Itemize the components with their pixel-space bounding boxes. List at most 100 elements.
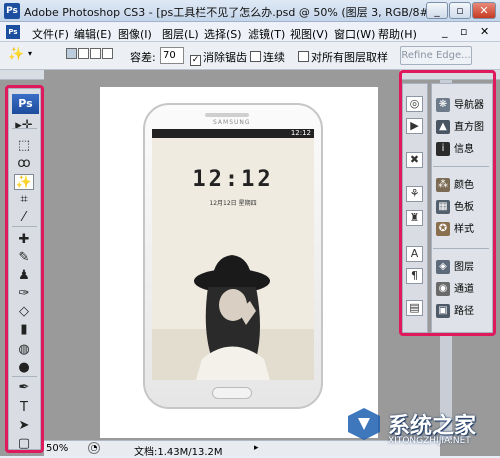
panel-histogram[interactable]: ▲ 直方图 bbox=[436, 118, 484, 136]
toolbox-header-strip[interactable] bbox=[0, 70, 44, 80]
toolbox-divider bbox=[12, 376, 37, 377]
path-selection-tool-icon[interactable]: ➤ bbox=[14, 418, 34, 434]
panel-channels[interactable]: ◉ 通道 bbox=[436, 280, 474, 298]
tolerance-label: 容差: bbox=[130, 51, 156, 64]
phone-screen: 12:12 12:12 12月12日 星期四 bbox=[152, 129, 314, 380]
watermark: 系统之家 XITONGZHIJIA.NET bbox=[340, 402, 500, 456]
panel-paths[interactable]: ▣ 路径 bbox=[436, 302, 474, 320]
all-layers-label: 对所有图层取样 bbox=[311, 51, 388, 64]
all-layers-check-icon[interactable] bbox=[298, 51, 309, 62]
styles-label: 样式 bbox=[454, 224, 474, 235]
panel-header-strip[interactable] bbox=[400, 70, 500, 80]
menu-file[interactable]: 文件(F) bbox=[32, 26, 69, 42]
shape-tool-icon[interactable]: ▢ bbox=[14, 436, 34, 452]
menu-edit[interactable]: 编辑(E) bbox=[74, 26, 112, 42]
menu-filter[interactable]: 滤镜(T) bbox=[248, 26, 285, 42]
status-menu-icon[interactable]: ◔ bbox=[88, 442, 100, 454]
eraser-tool-icon[interactable]: ◇ bbox=[14, 304, 34, 320]
move-tool-icon[interactable]: ▸✛ bbox=[14, 118, 34, 134]
panel-group-divider bbox=[433, 248, 489, 249]
contiguous-check-icon[interactable] bbox=[250, 51, 261, 62]
blur-tool-icon[interactable]: ◍ bbox=[14, 342, 34, 358]
histogram-icon: ▲ bbox=[436, 120, 450, 134]
layers-icon: ◈ bbox=[436, 260, 450, 274]
menu-bar: Ps 文件(F) 编辑(E) 图像(I) 图层(L) 选择(S) 滤镜(T) 视… bbox=[0, 22, 500, 42]
contiguous-label: 连续 bbox=[263, 51, 285, 64]
menu-help[interactable]: 帮助(H) bbox=[378, 26, 417, 42]
paragraph-dock-icon[interactable]: ¶ bbox=[406, 268, 423, 284]
swatches-label: 色板 bbox=[454, 202, 474, 213]
subtract-selection-mode-icon[interactable] bbox=[90, 48, 101, 59]
panel-swatches[interactable]: ▦ 色板 bbox=[436, 198, 474, 216]
swatches-icon: ▦ bbox=[436, 200, 450, 214]
menu-select[interactable]: 选择(S) bbox=[204, 26, 242, 42]
photoshop-app-icon[interactable]: Ps bbox=[4, 3, 20, 19]
menu-window[interactable]: 窗口(W) bbox=[334, 26, 375, 42]
document-menu-icon[interactable]: Ps bbox=[6, 25, 20, 39]
lasso-tool-icon[interactable]: ꝏ bbox=[14, 156, 34, 172]
brushes-dock-icon[interactable]: ⚘ bbox=[406, 186, 423, 202]
refine-edge-button[interactable]: Refine Edge... bbox=[400, 46, 472, 65]
navigator-dock-icon[interactable]: ◎ bbox=[406, 96, 423, 112]
brush-tool-icon[interactable]: ✎ bbox=[14, 250, 34, 266]
paths-icon: ▣ bbox=[436, 304, 450, 318]
magic-wand-tool-icon[interactable]: ✨ bbox=[14, 174, 34, 190]
add-selection-mode-icon[interactable] bbox=[78, 48, 89, 59]
histogram-dock-icon[interactable]: ▶ bbox=[406, 118, 423, 134]
antialias-label: 消除锯齿 bbox=[203, 51, 247, 64]
woman-photo bbox=[152, 255, 314, 380]
marquee-tool-icon[interactable]: ⬚ bbox=[14, 138, 34, 154]
close-button[interactable]: ✕ bbox=[472, 2, 496, 19]
restore-button[interactable]: ▫ bbox=[449, 2, 471, 19]
menu-layer[interactable]: 图层(L) bbox=[162, 26, 199, 42]
history-brush-tool-icon[interactable]: ✑ bbox=[14, 286, 34, 302]
clone-source-dock-icon[interactable]: ♜ bbox=[406, 210, 423, 226]
panel-info[interactable]: i 信息 bbox=[436, 140, 474, 158]
status-arrow-icon[interactable]: ▸ bbox=[254, 443, 259, 453]
zoom-level[interactable]: 50% bbox=[46, 443, 68, 454]
antialias-checkbox[interactable]: ✓ 消除锯齿 bbox=[190, 49, 247, 66]
magic-wand-preset-icon[interactable]: ✨ bbox=[8, 47, 24, 62]
layer-comps-dock-icon[interactable]: ▤ bbox=[406, 300, 423, 316]
minimize-button[interactable]: _ bbox=[426, 2, 448, 19]
gradient-tool-icon[interactable]: ▮ bbox=[14, 322, 34, 338]
menu-view[interactable]: 视图(V) bbox=[290, 26, 328, 42]
type-tool-icon[interactable]: T bbox=[14, 400, 34, 416]
healing-brush-tool-icon[interactable]: ✚ bbox=[14, 232, 34, 248]
window-title: Adobe Photoshop CS3 - [ps工具栏不见了怎么办.psd @… bbox=[24, 6, 438, 19]
preset-dropdown-arrow-icon[interactable]: ▾ bbox=[28, 49, 32, 58]
color-icon: ⁂ bbox=[436, 178, 450, 192]
crop-tool-icon[interactable]: ⌗ bbox=[14, 192, 34, 208]
panel-navigator[interactable]: ❋ 导航器 bbox=[436, 96, 484, 114]
pen-tool-icon[interactable]: ✒ bbox=[14, 380, 34, 396]
panel-color[interactable]: ⁂ 颜色 bbox=[436, 176, 474, 194]
navigator-label: 导航器 bbox=[454, 100, 484, 111]
doc-restore-button[interactable]: ▫ bbox=[460, 25, 467, 38]
paths-label: 路径 bbox=[454, 306, 474, 317]
tools-dock-icon[interactable]: ✖ bbox=[406, 152, 423, 168]
antialias-check-icon[interactable]: ✓ bbox=[190, 55, 201, 66]
color-label: 颜色 bbox=[454, 180, 474, 191]
toolbox-divider bbox=[12, 226, 37, 227]
stamp-tool-icon[interactable]: ♟ bbox=[14, 268, 34, 284]
phone-home-button bbox=[212, 387, 252, 399]
character-dock-icon[interactable]: A bbox=[406, 246, 423, 262]
panel-layers[interactable]: ◈ 图层 bbox=[436, 258, 474, 276]
dodge-tool-icon[interactable]: ● bbox=[14, 360, 34, 376]
new-selection-mode-icon[interactable] bbox=[66, 48, 77, 59]
intersect-selection-mode-icon[interactable] bbox=[102, 48, 113, 59]
watermark-logo-icon bbox=[348, 408, 380, 440]
styles-icon: ✪ bbox=[436, 222, 450, 236]
info-icon: i bbox=[436, 142, 450, 156]
panel-styles[interactable]: ✪ 样式 bbox=[436, 220, 474, 238]
all-layers-checkbox[interactable]: 对所有图层取样 bbox=[298, 49, 388, 65]
channels-icon: ◉ bbox=[436, 282, 450, 296]
contiguous-checkbox[interactable]: 连续 bbox=[250, 49, 285, 65]
panel-group-divider bbox=[433, 166, 489, 167]
slice-tool-icon[interactable]: ⁄ bbox=[14, 210, 34, 226]
doc-minimize-button[interactable]: _ bbox=[442, 25, 448, 38]
tolerance-input[interactable]: 70 bbox=[160, 47, 184, 64]
menu-image[interactable]: 图像(I) bbox=[118, 26, 152, 42]
ps-logo[interactable]: Ps bbox=[12, 94, 39, 114]
doc-close-button[interactable]: ✕ bbox=[480, 25, 489, 38]
